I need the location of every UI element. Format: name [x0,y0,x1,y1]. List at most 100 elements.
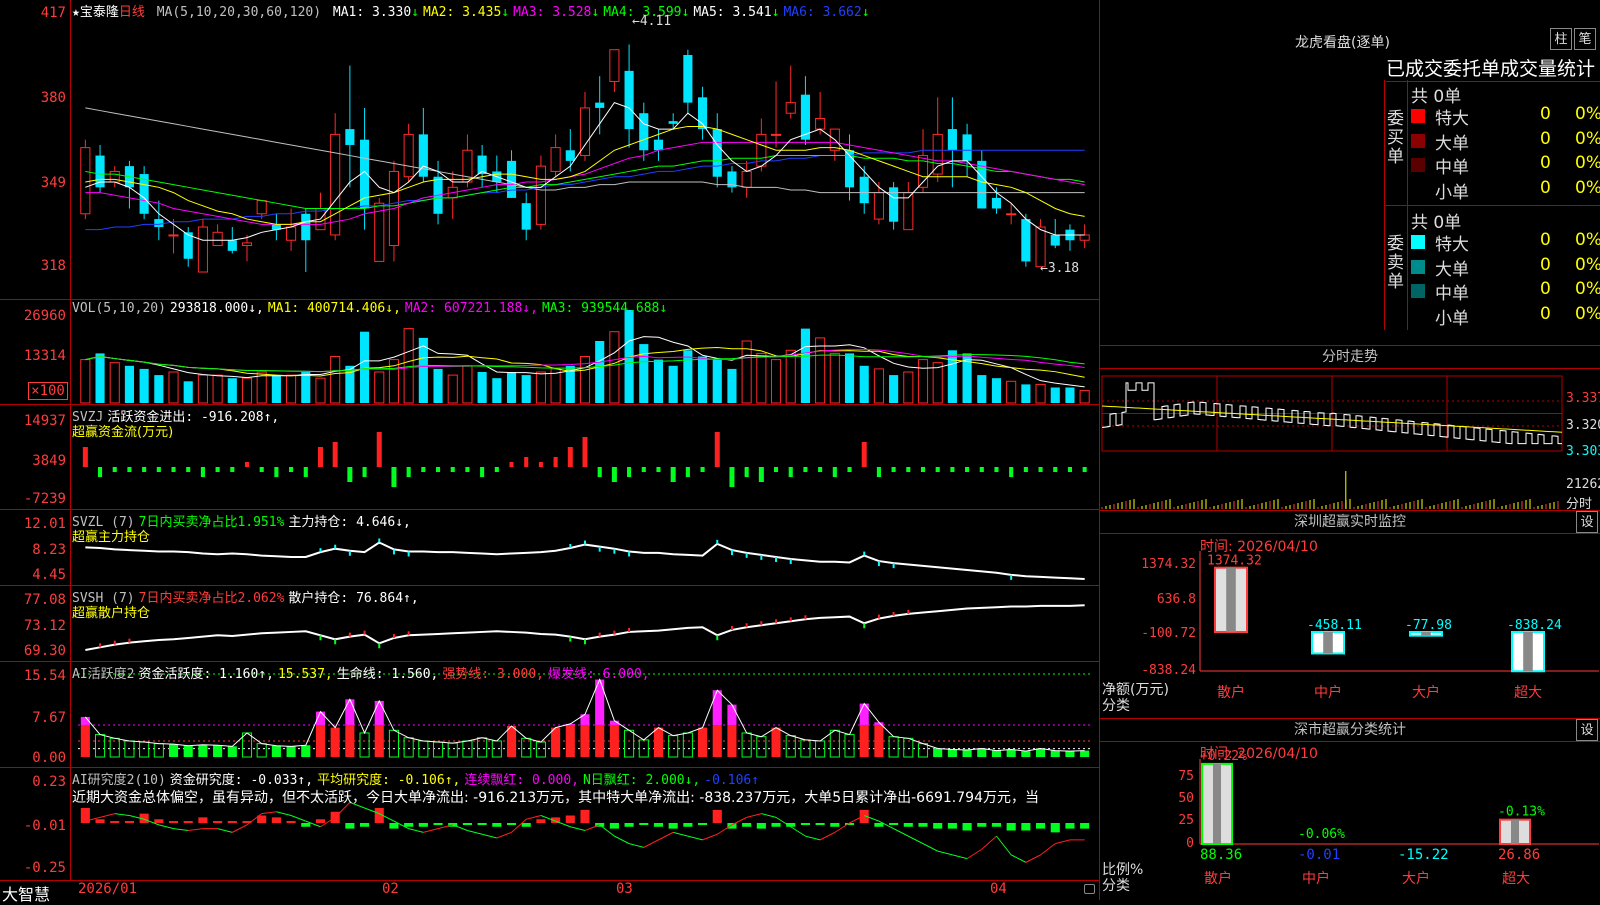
sz-monitor-ytick: 636.8 [1157,592,1196,607]
ai-activity-panel[interactable]: 15.54 7.67 0.00 AI活跃度2 资金活跃度: 1.160↑, 15.5… [0,662,1099,768]
research-line [922,843,938,852]
research-bar [698,823,708,825]
sz-class-axis-sub: 分类 [1102,878,1130,894]
candle-body [1006,213,1017,216]
ma-legend-item: MA3: 3.528↓ [513,5,599,20]
activity-bar [80,724,90,757]
activity-bar [1065,751,1075,757]
flow-bar [171,467,176,472]
svsh-panel[interactable]: 77.08 73.12 69.30 SVSH (7) 7日内买卖净占比2.062%… [0,586,1099,662]
flow-bar [965,467,970,472]
activity-bar [888,736,899,758]
flow-bar [847,467,852,472]
svzj-panel[interactable]: 14937 3849 -7239 SVZJ 活跃资金进出: -916.208↑, … [0,405,1099,510]
ai-research-commentary: 近期大资金总体偏空，虽有异动，但不太活跃，今日大单净流出: -916.213万元… [72,790,1039,806]
volume-bar [815,337,826,404]
star-icon[interactable]: ★ [72,5,80,20]
activity-bar [991,750,1002,757]
flow-bar [406,467,411,477]
flow-bar [1067,467,1073,472]
ma-legend-value: MA3: 3.528 [513,5,592,20]
sz-monitor-panel[interactable]: 深圳超赢实时监控 设 时间: 2026/04/10 1374.32 636.8 -1… [1099,510,1600,718]
arrow-down-icon: ↓ [771,5,780,20]
arrow-down-icon: ↓ [501,5,510,20]
activity-bar [286,746,296,757]
volume-bar [1065,387,1075,403]
volume-bar [947,350,957,403]
volume-bar [492,378,502,403]
sz-monitor-value: -838.24 [1507,618,1562,633]
volume-bar [330,356,341,404]
research-line [232,824,248,833]
kline-chart[interactable] [0,0,1099,300]
order-swatch [1411,158,1425,172]
order-label: 中单 [1435,158,1469,178]
sz-monitor-bar-shade [1523,632,1533,672]
candle-body [785,102,796,114]
sz-monitor-chart[interactable]: 1374.32 636.8 -100.72 -838.24 1374.32 散户 -458.… [1100,511,1600,719]
flow-bar [465,467,470,472]
volume-bar [301,372,311,403]
kline-panel[interactable]: 417 380 349 318 ★宝泰隆日线 MA(5,10,20,30,60,… [0,0,1099,300]
flow-bar [1009,467,1014,477]
volume-bar [917,359,929,404]
flow-bar [553,457,558,467]
research-line [996,835,1012,856]
volume-bar [698,356,708,403]
sz-class-pct: -0.01 [1298,847,1340,863]
activity-bar [771,727,781,757]
order-count: 0 [1540,279,1551,299]
activity-bar [139,741,150,758]
bar-mode-button[interactable]: 柱 [1550,28,1572,50]
volume-bar [95,353,105,403]
activity-bar [241,732,253,758]
intraday-chart[interactable] [1100,346,1600,511]
research-line [217,828,233,833]
sz-monitor-category: 中户 [1314,684,1342,701]
volume-bar [124,365,134,403]
order-label: 大单 [1435,259,1469,280]
volume-panel[interactable]: 26960 13314 ×100 VOL(5,10,20) 293818.000↓… [0,300,1099,405]
lock-icon[interactable] [1084,884,1095,894]
volume-bar [256,371,267,404]
period-label[interactable]: 日线 [119,5,145,20]
research-line [1025,854,1041,863]
sz-class-chart[interactable]: 75 50 25 0 +0.22% 88.36 散户 -0.06% -0.01 中户 -15.22 大… [1100,719,1600,901]
flow-bar [832,467,837,477]
research-bar [301,823,311,827]
flow-bar [950,467,955,472]
ai-research-panel[interactable]: 0.23 -0.01 -0.25 AI研究度2(10) 资金研究度: -0.033… [0,768,1099,880]
legend-item: -0.106↑ [704,773,760,788]
research-bar [183,821,193,823]
research-line [981,835,997,850]
research-line [893,828,909,837]
research-line [99,813,115,818]
candle-body [1050,234,1060,246]
legend-item: MA3: 939544.688↓ [541,301,668,316]
volume-bar [829,352,840,404]
tick-mode-button[interactable]: 笔 [1574,28,1596,50]
research-bar [991,823,1002,827]
flow-bar [597,467,602,477]
flow-bar [1038,467,1043,472]
order-label: 小单 [1435,308,1469,329]
svzl-panel[interactable]: 12.01 8.23 4.45 SVZL (7) 7日内买卖净占比1.951% 主力… [0,510,1099,586]
holding-line [85,541,1085,580]
activity-bar [94,734,106,758]
activity-bar [962,750,972,757]
ma-legend-value: MA2: 3.435 [423,5,502,20]
volume-bar [477,372,487,403]
research-bar [889,823,899,825]
research-bar [404,823,414,827]
research-line [496,831,512,839]
flow-bar [685,467,690,477]
intraday-panel[interactable]: 分时走势 3.337 3.320 3.303 21262 分时 [1099,345,1600,512]
sz-class-panel[interactable]: 深市超赢分类统计 设 时间: 2026/04/10 75 50 25 0 +0.22% 8… [1099,718,1600,900]
activity-bar [624,729,635,758]
candle-body [345,129,355,145]
volume-bar [800,328,810,403]
stock-name: 宝泰隆 [79,5,119,20]
sz-class-ytick: 0 [1186,836,1194,851]
volume-bar [227,378,237,403]
legend-item: 散户持仓: 76.864↑, [288,591,419,606]
